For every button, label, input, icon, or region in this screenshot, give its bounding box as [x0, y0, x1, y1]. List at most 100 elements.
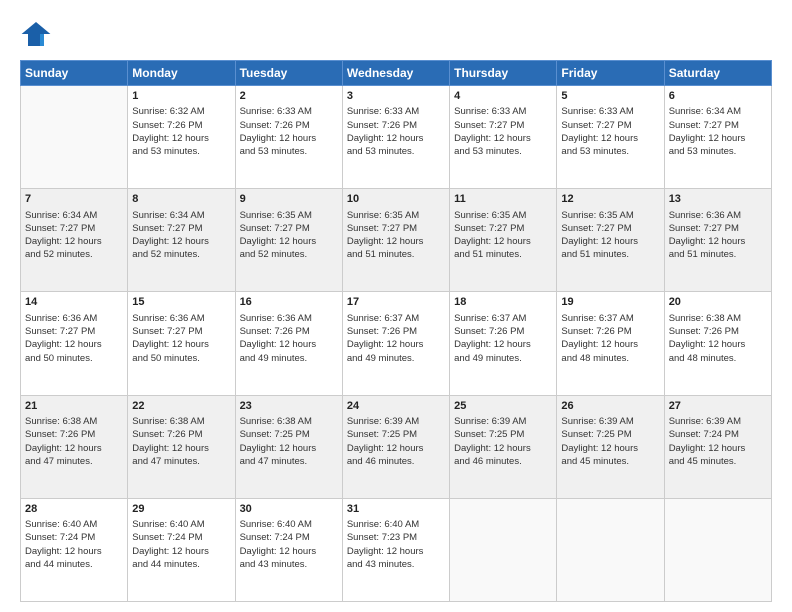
calendar-day-header: Monday	[128, 61, 235, 86]
daylight-minutes-text: and 48 minutes.	[561, 352, 659, 365]
day-number: 23	[240, 399, 338, 414]
day-number: 5	[561, 89, 659, 104]
daylight-text: Daylight: 12 hours	[132, 235, 230, 248]
sunrise-text: Sunrise: 6:37 AM	[347, 312, 445, 325]
calendar-cell: 7Sunrise: 6:34 AMSunset: 7:27 PMDaylight…	[21, 189, 128, 292]
daylight-minutes-text: and 50 minutes.	[132, 352, 230, 365]
calendar-cell: 3Sunrise: 6:33 AMSunset: 7:26 PMDaylight…	[342, 86, 449, 189]
calendar-cell	[557, 498, 664, 601]
daylight-minutes-text: and 48 minutes.	[669, 352, 767, 365]
daylight-minutes-text: and 47 minutes.	[240, 455, 338, 468]
day-number: 11	[454, 192, 552, 207]
sunrise-text: Sunrise: 6:38 AM	[240, 415, 338, 428]
day-number: 26	[561, 399, 659, 414]
daylight-text: Daylight: 12 hours	[25, 442, 123, 455]
sunrise-text: Sunrise: 6:36 AM	[132, 312, 230, 325]
sunrise-text: Sunrise: 6:35 AM	[240, 209, 338, 222]
daylight-text: Daylight: 12 hours	[132, 132, 230, 145]
calendar-cell: 2Sunrise: 6:33 AMSunset: 7:26 PMDaylight…	[235, 86, 342, 189]
calendar-cell: 23Sunrise: 6:38 AMSunset: 7:25 PMDayligh…	[235, 395, 342, 498]
calendar-cell: 20Sunrise: 6:38 AMSunset: 7:26 PMDayligh…	[664, 292, 771, 395]
day-number: 18	[454, 295, 552, 310]
calendar-cell: 15Sunrise: 6:36 AMSunset: 7:27 PMDayligh…	[128, 292, 235, 395]
sunrise-text: Sunrise: 6:40 AM	[25, 518, 123, 531]
daylight-minutes-text: and 45 minutes.	[669, 455, 767, 468]
calendar-week-row: 1Sunrise: 6:32 AMSunset: 7:26 PMDaylight…	[21, 86, 772, 189]
sunset-text: Sunset: 7:26 PM	[25, 428, 123, 441]
sunset-text: Sunset: 7:25 PM	[240, 428, 338, 441]
sunset-text: Sunset: 7:26 PM	[454, 325, 552, 338]
calendar-cell: 16Sunrise: 6:36 AMSunset: 7:26 PMDayligh…	[235, 292, 342, 395]
calendar-week-row: 28Sunrise: 6:40 AMSunset: 7:24 PMDayligh…	[21, 498, 772, 601]
sunrise-text: Sunrise: 6:36 AM	[25, 312, 123, 325]
daylight-text: Daylight: 12 hours	[454, 235, 552, 248]
sunset-text: Sunset: 7:27 PM	[240, 222, 338, 235]
calendar-cell: 10Sunrise: 6:35 AMSunset: 7:27 PMDayligh…	[342, 189, 449, 292]
sunrise-text: Sunrise: 6:34 AM	[132, 209, 230, 222]
sunset-text: Sunset: 7:27 PM	[454, 222, 552, 235]
day-number: 28	[25, 502, 123, 517]
day-number: 25	[454, 399, 552, 414]
sunrise-text: Sunrise: 6:39 AM	[347, 415, 445, 428]
sunset-text: Sunset: 7:27 PM	[669, 119, 767, 132]
daylight-text: Daylight: 12 hours	[25, 338, 123, 351]
daylight-text: Daylight: 12 hours	[561, 338, 659, 351]
sunrise-text: Sunrise: 6:37 AM	[454, 312, 552, 325]
sunrise-text: Sunrise: 6:39 AM	[454, 415, 552, 428]
sunrise-text: Sunrise: 6:33 AM	[347, 105, 445, 118]
daylight-minutes-text: and 53 minutes.	[347, 145, 445, 158]
daylight-minutes-text: and 53 minutes.	[240, 145, 338, 158]
day-number: 17	[347, 295, 445, 310]
day-number: 6	[669, 89, 767, 104]
calendar-week-row: 7Sunrise: 6:34 AMSunset: 7:27 PMDaylight…	[21, 189, 772, 292]
calendar-cell: 17Sunrise: 6:37 AMSunset: 7:26 PMDayligh…	[342, 292, 449, 395]
daylight-text: Daylight: 12 hours	[669, 235, 767, 248]
daylight-text: Daylight: 12 hours	[669, 338, 767, 351]
day-number: 30	[240, 502, 338, 517]
daylight-text: Daylight: 12 hours	[132, 442, 230, 455]
daylight-minutes-text: and 44 minutes.	[132, 558, 230, 571]
calendar-cell: 31Sunrise: 6:40 AMSunset: 7:23 PMDayligh…	[342, 498, 449, 601]
sunset-text: Sunset: 7:24 PM	[132, 531, 230, 544]
calendar-cell: 28Sunrise: 6:40 AMSunset: 7:24 PMDayligh…	[21, 498, 128, 601]
sunset-text: Sunset: 7:25 PM	[454, 428, 552, 441]
calendar-cell: 1Sunrise: 6:32 AMSunset: 7:26 PMDaylight…	[128, 86, 235, 189]
logo	[20, 18, 58, 50]
day-number: 24	[347, 399, 445, 414]
sunrise-text: Sunrise: 6:40 AM	[132, 518, 230, 531]
daylight-minutes-text: and 49 minutes.	[240, 352, 338, 365]
calendar-day-header: Tuesday	[235, 61, 342, 86]
daylight-minutes-text: and 53 minutes.	[132, 145, 230, 158]
header	[20, 18, 772, 50]
sunrise-text: Sunrise: 6:37 AM	[561, 312, 659, 325]
day-number: 13	[669, 192, 767, 207]
calendar-cell: 24Sunrise: 6:39 AMSunset: 7:25 PMDayligh…	[342, 395, 449, 498]
calendar-day-header: Wednesday	[342, 61, 449, 86]
sunset-text: Sunset: 7:25 PM	[561, 428, 659, 441]
daylight-text: Daylight: 12 hours	[454, 132, 552, 145]
daylight-minutes-text: and 53 minutes.	[561, 145, 659, 158]
sunset-text: Sunset: 7:25 PM	[347, 428, 445, 441]
daylight-text: Daylight: 12 hours	[561, 442, 659, 455]
calendar-cell: 8Sunrise: 6:34 AMSunset: 7:27 PMDaylight…	[128, 189, 235, 292]
sunrise-text: Sunrise: 6:39 AM	[561, 415, 659, 428]
sunrise-text: Sunrise: 6:36 AM	[240, 312, 338, 325]
daylight-minutes-text: and 45 minutes.	[561, 455, 659, 468]
daylight-text: Daylight: 12 hours	[25, 235, 123, 248]
calendar-cell: 29Sunrise: 6:40 AMSunset: 7:24 PMDayligh…	[128, 498, 235, 601]
calendar-cell: 4Sunrise: 6:33 AMSunset: 7:27 PMDaylight…	[450, 86, 557, 189]
day-number: 15	[132, 295, 230, 310]
sunset-text: Sunset: 7:26 PM	[240, 325, 338, 338]
calendar-cell: 27Sunrise: 6:39 AMSunset: 7:24 PMDayligh…	[664, 395, 771, 498]
day-number: 20	[669, 295, 767, 310]
calendar-cell: 5Sunrise: 6:33 AMSunset: 7:27 PMDaylight…	[557, 86, 664, 189]
daylight-minutes-text: and 52 minutes.	[132, 248, 230, 261]
page: SundayMondayTuesdayWednesdayThursdayFrid…	[0, 0, 792, 612]
calendar-cell: 22Sunrise: 6:38 AMSunset: 7:26 PMDayligh…	[128, 395, 235, 498]
day-number: 21	[25, 399, 123, 414]
day-number: 14	[25, 295, 123, 310]
calendar-cell: 14Sunrise: 6:36 AMSunset: 7:27 PMDayligh…	[21, 292, 128, 395]
calendar-cell: 21Sunrise: 6:38 AMSunset: 7:26 PMDayligh…	[21, 395, 128, 498]
day-number: 16	[240, 295, 338, 310]
sunset-text: Sunset: 7:24 PM	[669, 428, 767, 441]
